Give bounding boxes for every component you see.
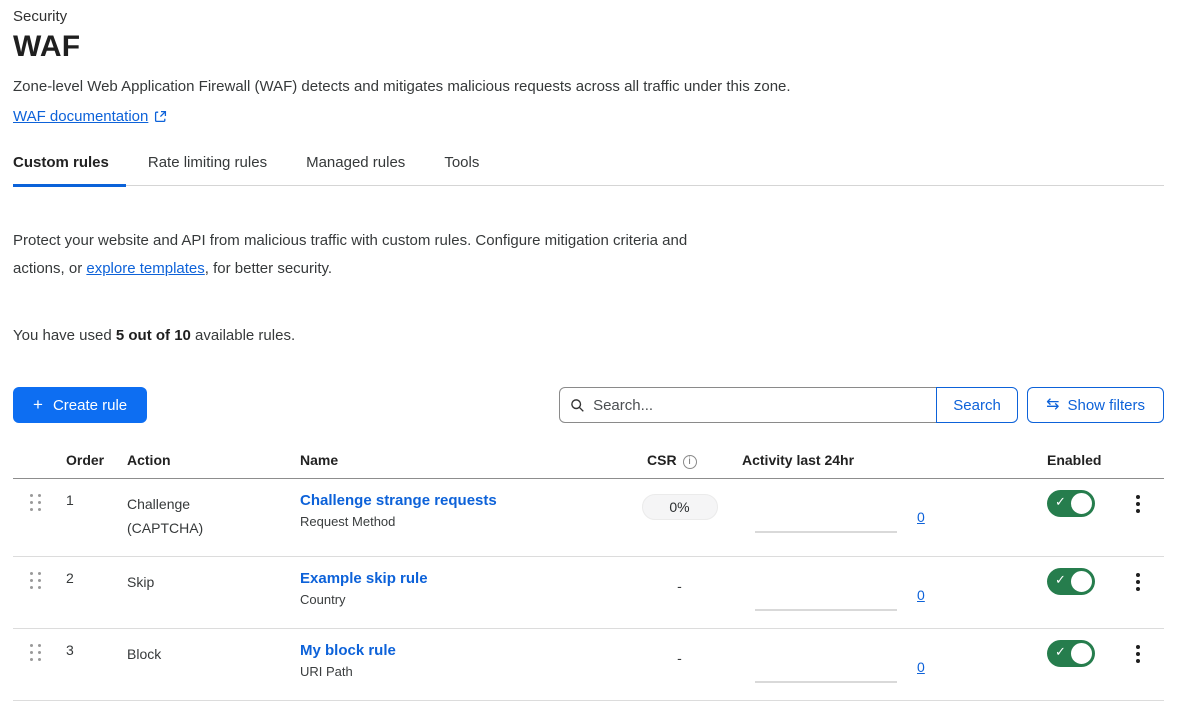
intro-after: , for better security. [205, 260, 332, 277]
doc-link-row: WAF documentation [13, 108, 1164, 125]
tab-custom-rules[interactable]: Custom rules [13, 154, 126, 185]
search-input[interactable] [593, 397, 926, 414]
toggle-knob [1069, 569, 1094, 594]
drag-cell [13, 478, 57, 556]
intro-text: Protect your website and API from malici… [13, 227, 703, 283]
rule-field: URI Path [300, 664, 622, 679]
drag-handle-icon[interactable] [30, 644, 41, 661]
enabled-toggle[interactable]: ✓ [1047, 568, 1095, 595]
kebab-menu-icon[interactable] [1130, 645, 1146, 663]
create-rule-button[interactable]: + Create rule [13, 387, 147, 423]
activity-sparkline [755, 609, 897, 611]
toggle-knob [1069, 491, 1094, 516]
tab-managed-rules[interactable]: Managed rules [306, 154, 422, 185]
filters-swap-icon: ⇆ [1046, 397, 1059, 413]
rules-table: Order Action Name CSRi Activity last 24h… [13, 452, 1164, 701]
enabled-toggle[interactable]: ✓ [1047, 490, 1095, 517]
check-icon: ✓ [1055, 494, 1066, 510]
menu-cell [1112, 478, 1164, 556]
rule-name-link[interactable]: Challenge strange requests [300, 492, 497, 509]
info-icon[interactable]: i [683, 455, 697, 469]
tab-bar: Custom rules Rate limiting rules Managed… [13, 154, 1164, 186]
activity-cell: 0 [737, 556, 1032, 628]
drag-handle-icon[interactable] [30, 494, 41, 511]
show-filters-label: Show filters [1067, 397, 1145, 414]
drag-cell [13, 556, 57, 628]
csr-cell: 0% [622, 478, 737, 556]
search-group: Search ⇆ Show filters [559, 387, 1164, 423]
name-cell: Example skip rule Country [290, 556, 622, 628]
drag-cell [13, 628, 57, 700]
drag-handle-icon[interactable] [30, 572, 41, 589]
order-cell: 2 [57, 556, 118, 628]
csr-cell: - [622, 628, 737, 700]
header-action: Action [118, 452, 290, 478]
menu-cell [1112, 556, 1164, 628]
header-enabled: Enabled [1032, 452, 1112, 478]
explore-templates-link[interactable]: explore templates [86, 260, 204, 277]
table-header-row: Order Action Name CSRi Activity last 24h… [13, 452, 1164, 478]
kebab-menu-icon[interactable] [1130, 573, 1146, 591]
activity-sparkline [755, 531, 897, 533]
usage-after: available rules. [191, 327, 295, 344]
table-row: 2 Skip Example skip rule Country - 0 [13, 556, 1164, 628]
usage-before: You have used [13, 327, 116, 344]
activity-sparkline [755, 681, 897, 683]
enabled-cell: ✓ [1032, 556, 1112, 628]
order-cell: 1 [57, 478, 118, 556]
waf-documentation-link[interactable]: WAF documentation [13, 108, 148, 125]
rule-field: Request Method [300, 514, 622, 529]
name-cell: Challenge strange requests Request Metho… [290, 478, 622, 556]
show-filters-button[interactable]: ⇆ Show filters [1027, 387, 1164, 423]
page-description: Zone-level Web Application Firewall (WAF… [13, 78, 1164, 95]
rule-name-link[interactable]: My block rule [300, 642, 396, 659]
menu-cell [1112, 628, 1164, 700]
activity-count-link[interactable]: 0 [917, 659, 925, 675]
waf-page: Security WAF Zone-level Web Application … [0, 0, 1177, 701]
action-cell: Block [118, 628, 290, 700]
action-cell: Skip [118, 556, 290, 628]
kebab-menu-icon[interactable] [1130, 495, 1146, 513]
activity-cell: 0 [737, 628, 1032, 700]
enabled-toggle[interactable]: ✓ [1047, 640, 1095, 667]
external-link-icon [154, 110, 167, 123]
search-box [559, 387, 937, 423]
activity-count-link[interactable]: 0 [917, 509, 925, 525]
csr-value: - [677, 578, 682, 594]
order-cell: 3 [57, 628, 118, 700]
toolbar: + Create rule Search ⇆ Show filters [13, 387, 1164, 423]
table-row: 1 Challenge (CAPTCHA) Challenge strange … [13, 478, 1164, 556]
header-menu [1112, 452, 1164, 478]
csr-badge: 0% [642, 494, 718, 520]
breadcrumb-security: Security [13, 8, 1164, 25]
header-csr: CSRi [622, 452, 737, 478]
activity-count-link[interactable]: 0 [917, 587, 925, 603]
tab-tools[interactable]: Tools [444, 154, 496, 185]
toggle-knob [1069, 641, 1094, 666]
header-activity: Activity last 24hr [737, 452, 1032, 478]
create-rule-label: Create rule [53, 397, 127, 414]
activity-cell: 0 [737, 478, 1032, 556]
name-cell: My block rule URI Path [290, 628, 622, 700]
table-row: 3 Block My block rule URI Path - 0 [13, 628, 1164, 700]
enabled-cell: ✓ [1032, 478, 1112, 556]
action-cell: Challenge (CAPTCHA) [118, 478, 290, 556]
csr-value: - [677, 650, 682, 666]
search-icon [570, 398, 585, 413]
header-drag [13, 452, 57, 478]
csr-cell: - [622, 556, 737, 628]
search-button[interactable]: Search [936, 387, 1018, 423]
tab-rate-limiting-rules[interactable]: Rate limiting rules [148, 154, 284, 185]
header-name: Name [290, 452, 622, 478]
enabled-cell: ✓ [1032, 628, 1112, 700]
usage-count: 5 out of 10 [116, 327, 191, 344]
page-title: WAF [13, 30, 1164, 64]
usage-text: You have used 5 out of 10 available rule… [13, 327, 1164, 344]
header-order: Order [57, 452, 118, 478]
check-icon: ✓ [1055, 572, 1066, 588]
plus-icon: + [33, 395, 43, 415]
rule-name-link[interactable]: Example skip rule [300, 570, 428, 587]
rule-field: Country [300, 592, 622, 607]
check-icon: ✓ [1055, 644, 1066, 660]
